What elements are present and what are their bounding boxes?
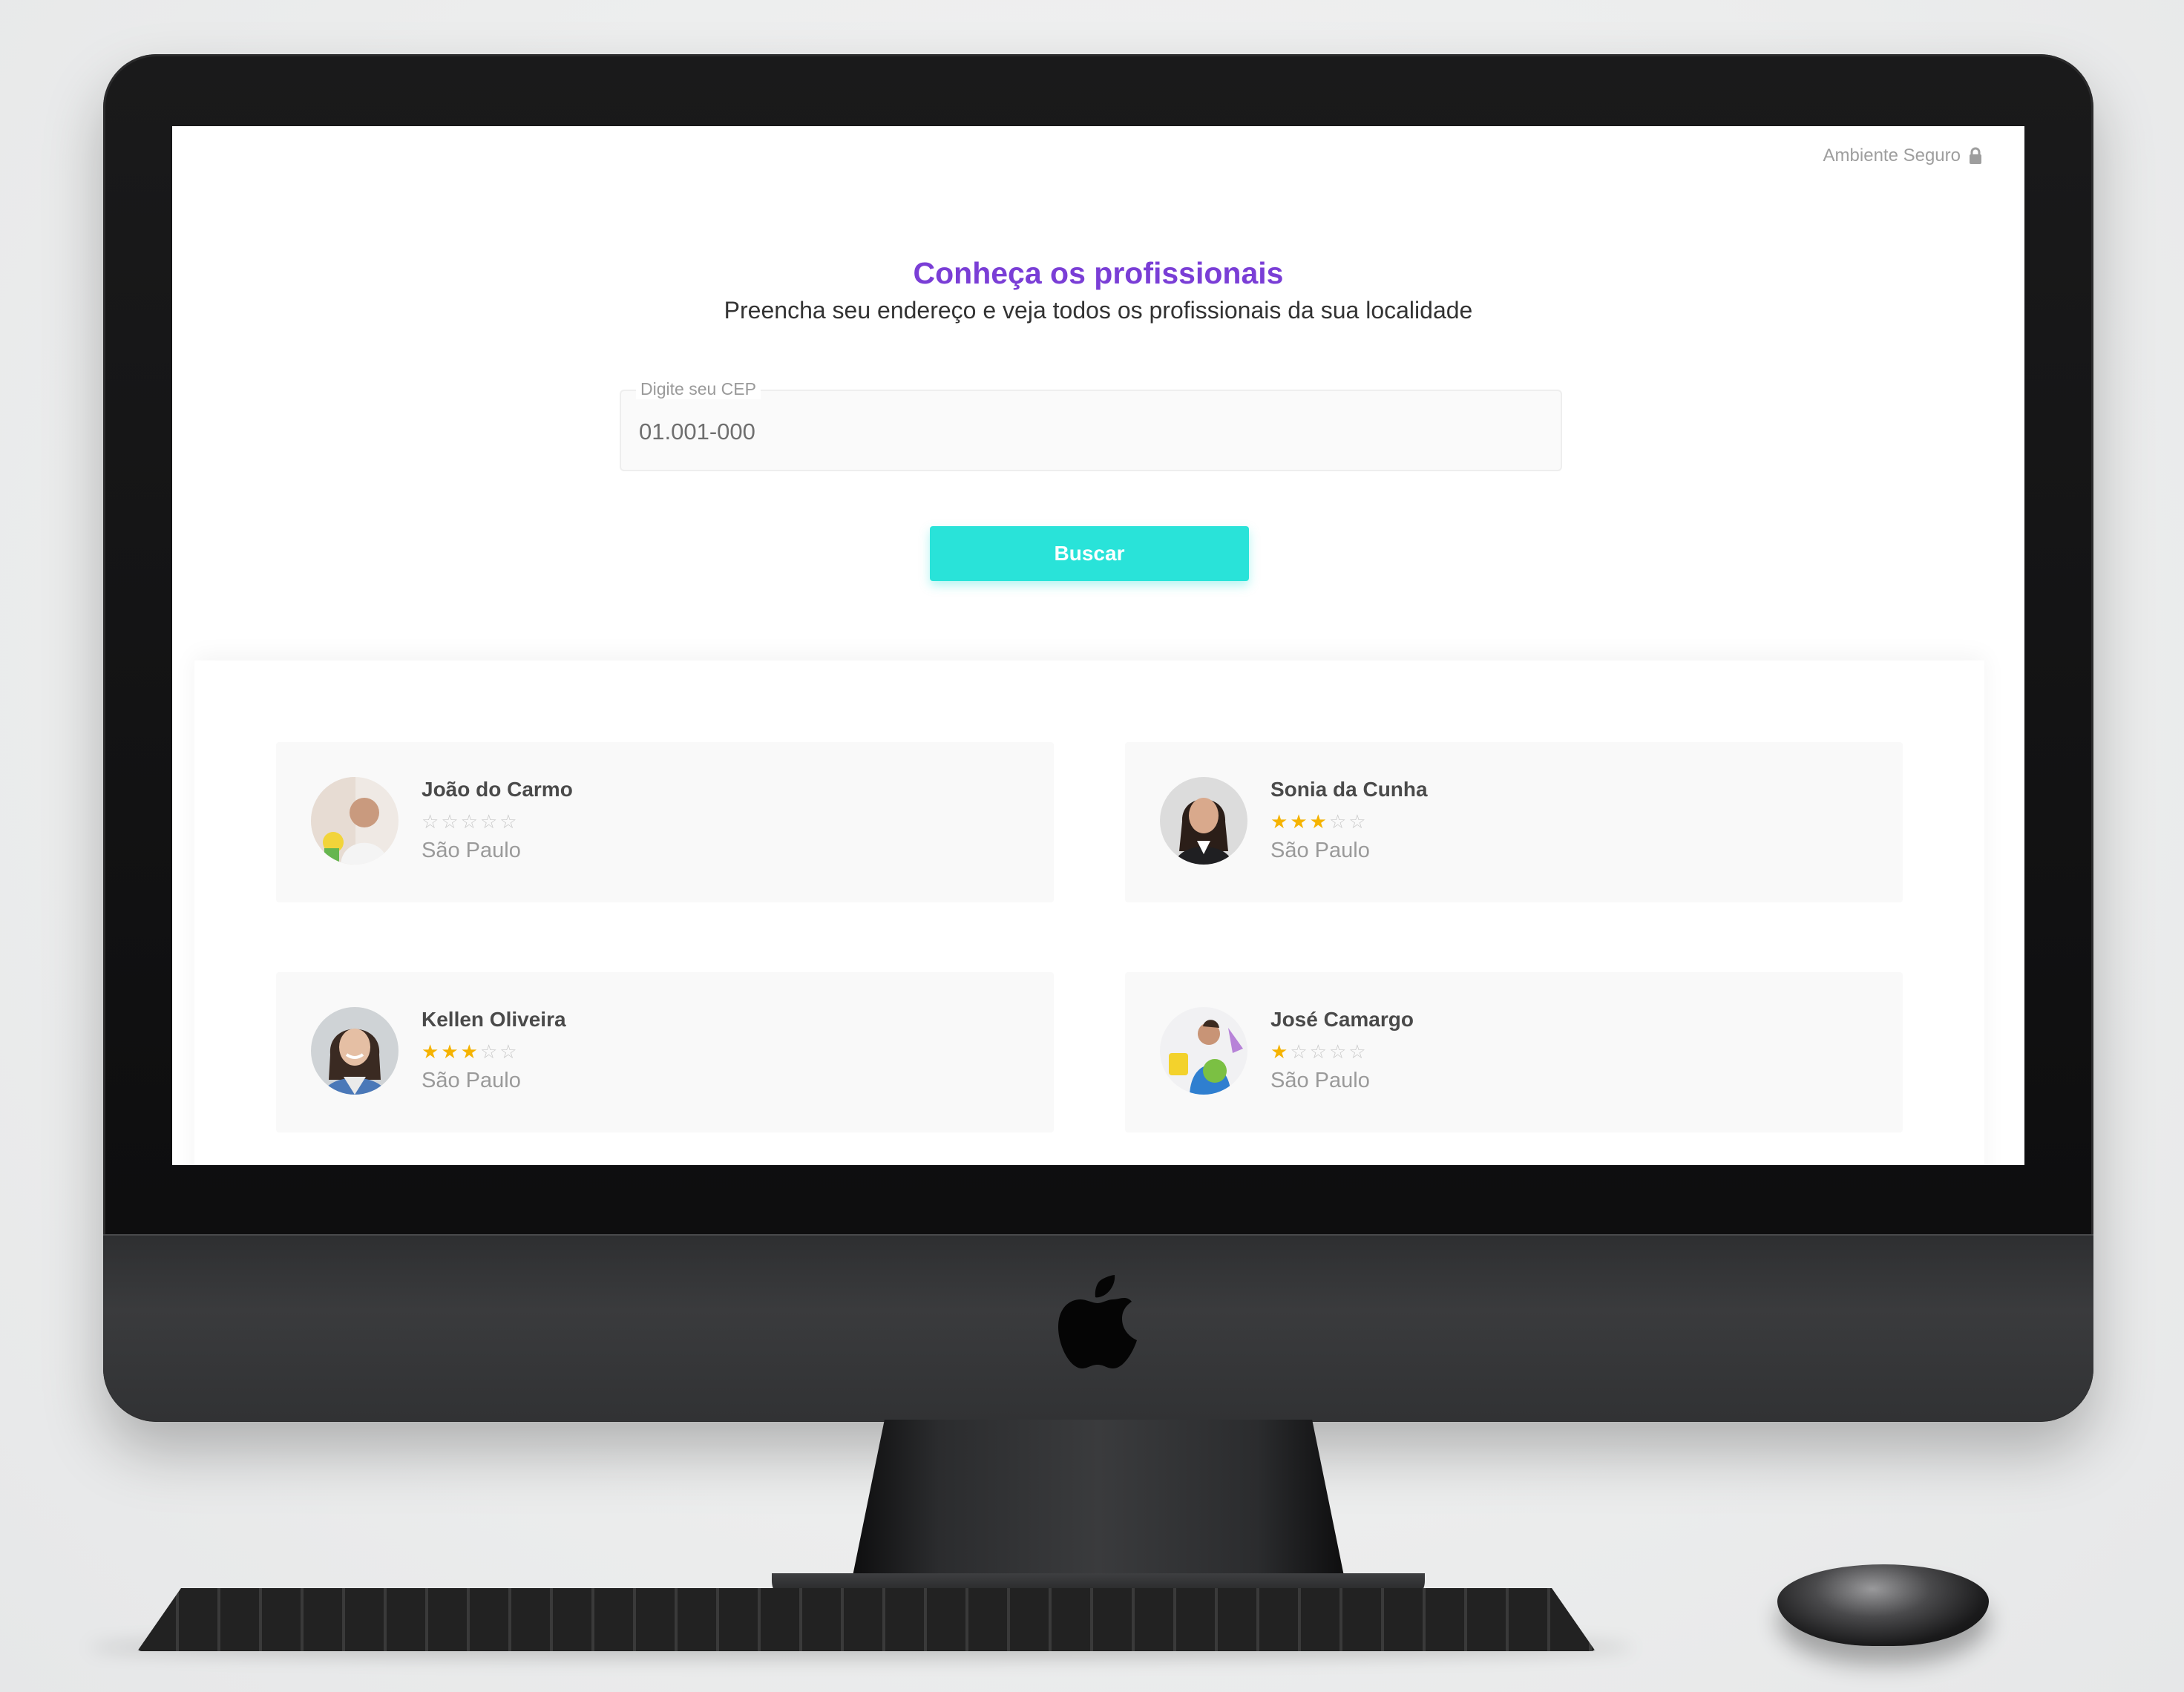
professional-city: São Paulo <box>422 1069 521 1092</box>
rating-stars: ★☆☆☆☆ <box>1270 1040 1368 1063</box>
professional-name: José Camargo <box>1270 1008 1414 1031</box>
star-empty-icon: ☆ <box>441 810 461 833</box>
professional-city: São Paulo <box>422 839 521 862</box>
star-empty-icon: ☆ <box>1328 1040 1349 1063</box>
professionals-list: João do Carmo ☆☆☆☆☆ São Paulo Sonia da C… <box>194 660 1984 1165</box>
lock-icon <box>1970 147 1981 164</box>
star-empty-icon: ☆ <box>1309 1040 1329 1063</box>
star-empty-icon: ☆ <box>1348 1040 1368 1063</box>
page-subtitle: Preencha seu endereço e veja todos os pr… <box>724 297 1473 324</box>
rating-stars: ★★★☆☆ <box>1270 810 1368 833</box>
professional-card[interactable]: Kellen Oliveira ★★★☆☆ São Paulo <box>276 972 1054 1132</box>
star-filled-icon: ★ <box>460 1040 480 1063</box>
star-empty-icon: ☆ <box>1290 1040 1310 1063</box>
star-empty-icon: ☆ <box>1328 810 1349 833</box>
cep-input[interactable] <box>639 415 1529 449</box>
professional-card[interactable]: José Camargo ★☆☆☆☆ São Paulo <box>1125 972 1903 1132</box>
star-empty-icon: ☆ <box>499 810 519 833</box>
star-empty-icon: ☆ <box>422 810 442 833</box>
cep-label: Digite seu CEP <box>636 379 761 399</box>
star-empty-icon: ☆ <box>460 810 480 833</box>
rating-stars: ★★★☆☆ <box>422 1040 519 1063</box>
avatar <box>1160 777 1247 865</box>
screen: Ambiente Seguro Conheça os profissionais… <box>172 126 2024 1165</box>
avatar <box>1160 1007 1247 1095</box>
star-filled-icon: ★ <box>1309 810 1329 833</box>
star-filled-icon: ★ <box>1290 810 1310 833</box>
monitor-stand <box>850 1420 1347 1590</box>
avatar <box>311 1007 399 1095</box>
star-empty-icon: ☆ <box>479 810 500 833</box>
rating-stars: ☆☆☆☆☆ <box>422 810 519 833</box>
secure-environment-indicator: Ambiente Seguro <box>1823 145 1983 166</box>
mouse <box>1777 1564 1989 1646</box>
apple-logo-icon <box>1058 1275 1137 1368</box>
secure-label: Ambiente Seguro <box>1823 145 1961 165</box>
star-filled-icon: ★ <box>1270 1040 1291 1063</box>
search-button[interactable]: Buscar <box>930 526 1249 581</box>
star-empty-icon: ☆ <box>1348 810 1368 833</box>
star-filled-icon: ★ <box>441 1040 461 1063</box>
professional-name: João do Carmo <box>422 778 573 801</box>
professional-name: Sonia da Cunha <box>1270 778 1428 801</box>
avatar <box>311 777 399 865</box>
page-title: Conheça os profissionais <box>913 256 1284 290</box>
professional-city: São Paulo <box>1270 1069 1370 1092</box>
professional-card[interactable]: Sonia da Cunha ★★★☆☆ São Paulo <box>1125 742 1903 902</box>
cep-field[interactable]: Digite seu CEP <box>620 379 1562 471</box>
star-filled-icon: ★ <box>1270 810 1291 833</box>
professional-name: Kellen Oliveira <box>422 1008 566 1031</box>
professional-city: São Paulo <box>1270 839 1370 862</box>
star-empty-icon: ☆ <box>479 1040 500 1063</box>
star-empty-icon: ☆ <box>499 1040 519 1063</box>
star-filled-icon: ★ <box>422 1040 442 1063</box>
professional-card[interactable]: João do Carmo ☆☆☆☆☆ São Paulo <box>276 742 1054 902</box>
keyboard <box>137 1588 1596 1651</box>
